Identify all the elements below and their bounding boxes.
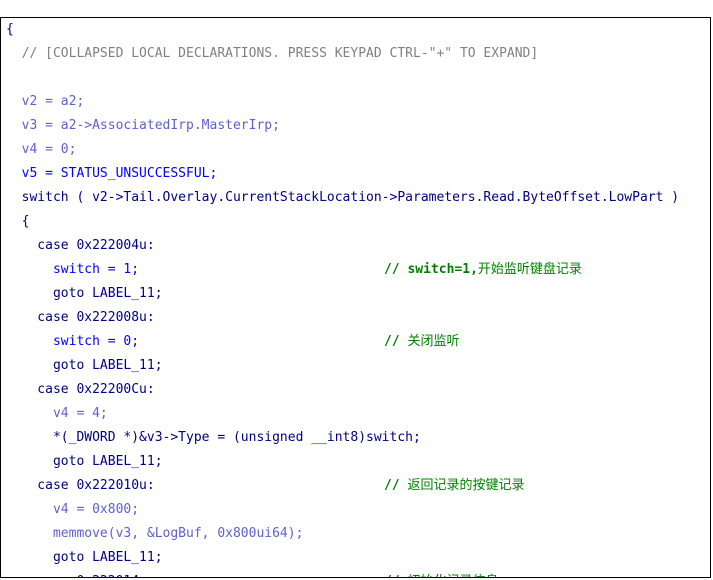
code-line[interactable]: switch ( v2->Tail.Overlay.CurrentStackLo… (1, 186, 710, 210)
function-signature: __int64 __fastcall Ctrl2capSymbol_DEVICE… (0, 0, 713, 34)
code-line[interactable]: case 0x22200Cu: (1, 378, 710, 402)
code-comment: // switch=1,开始监听键盘记录 (384, 258, 582, 282)
code-comment: // 关闭监听 (384, 330, 460, 354)
code-line-text: v4 = 0x800; (6, 502, 140, 517)
code-line-text: goto LABEL_11; (6, 550, 163, 565)
comment-ascii: // switch=1, (384, 262, 478, 277)
comment-ascii: // (384, 478, 408, 493)
code-comment: // 初始化记录信息 (384, 570, 499, 577)
code-line[interactable]: goto LABEL_11; (1, 354, 710, 378)
code-line[interactable]: switch = 0; // 关闭监听 (1, 330, 710, 354)
code-line[interactable]: switch = 1; // switch=1,开始监听键盘记录 (1, 258, 710, 282)
code-line-text: v4 = 0; (6, 142, 77, 157)
code-line[interactable]: v4 = 0x800; (1, 498, 710, 522)
code-line-text: // [COLLAPSED LOCAL DECLARATIONS. PRESS … (6, 46, 539, 61)
code-line-text: case 0x222004u: (6, 238, 155, 253)
code-line-text: *(_DWORD *)&v3->Type = (unsigned __int8)… (6, 430, 421, 445)
pseudocode-view[interactable]: __int64 __fastcall Ctrl2capSymbol_DEVICE… (0, 0, 713, 580)
code-line-text: v3 = a2->AssociatedIrp.MasterIrp; (6, 118, 280, 133)
code-line-text: { (6, 214, 30, 229)
function-body-box: { // [COLLAPSED LOCAL DECLARATIONS. PRES… (0, 17, 711, 578)
code-line-text: goto LABEL_11; (6, 454, 163, 469)
code-line[interactable]: goto LABEL_11; (1, 450, 710, 474)
code-line[interactable]: case 0x222008u: (1, 306, 710, 330)
comment-cjk: 返回记录的按键记录 (407, 478, 525, 493)
code-line-text: case 0x222010u: (6, 478, 155, 493)
code-line[interactable]: { (1, 210, 710, 234)
comment-cjk: 关闭监听 (407, 334, 460, 349)
comment-cjk: 开始监听键盘记录 (477, 262, 582, 277)
code-line[interactable]: // [COLLAPSED LOCAL DECLARATIONS. PRESS … (1, 42, 710, 66)
code-line[interactable]: memmove(v3, &LogBuf, 0x800ui64); (1, 522, 710, 546)
code-line-text: memmove(v3, &LogBuf, 0x800ui64); (6, 526, 304, 541)
code-line-text: v2 = a2; (6, 94, 85, 109)
code-line-text: case 0x222014u: (6, 574, 154, 577)
comment-ascii: // (384, 574, 407, 577)
code-line[interactable]: v2 = a2; (1, 90, 710, 114)
code-line-text: switch = 1; (6, 262, 140, 277)
code-line[interactable]: goto LABEL_11; (1, 546, 710, 570)
code-line[interactable]: v4 = 0; (1, 138, 710, 162)
code-line-text: case 0x222008u: (6, 310, 155, 325)
comment-cjk: 初始化记录信息 (407, 574, 498, 577)
code-line[interactable]: v3 = a2->AssociatedIrp.MasterIrp; (1, 114, 710, 138)
code-lines[interactable]: { // [COLLAPSED LOCAL DECLARATIONS. PRES… (1, 18, 710, 577)
code-line[interactable]: { (1, 18, 710, 42)
code-line[interactable]: *(_DWORD *)&v3->Type = (unsigned __int8)… (1, 426, 710, 450)
code-line-text: case 0x22200Cu: (6, 382, 155, 397)
comment-ascii: // (384, 334, 408, 349)
code-line[interactable]: goto LABEL_11; (1, 282, 710, 306)
code-line-text: goto LABEL_11; (6, 358, 163, 373)
code-line[interactable]: v5 = STATUS_UNSUCCESSFUL; (1, 162, 710, 186)
code-line[interactable]: v4 = 4; (1, 402, 710, 426)
code-line[interactable]: case 0x222014u: // 初始化记录信息 (1, 570, 710, 577)
code-line-text: goto LABEL_11; (6, 286, 163, 301)
code-comment: // 返回记录的按键记录 (384, 474, 525, 498)
code-line-text: v5 = STATUS_UNSUCCESSFUL; (6, 166, 218, 181)
code-line[interactable]: case 0x222004u: (1, 234, 710, 258)
code-line-text: v4 = 4; (6, 406, 108, 421)
code-line[interactable] (1, 66, 710, 90)
code-line[interactable]: case 0x222010u: // 返回记录的按键记录 (1, 474, 710, 498)
code-line-text: switch ( v2->Tail.Overlay.CurrentStackLo… (6, 190, 680, 205)
code-line-text: switch = 0; (6, 334, 140, 349)
code-line-text: { (6, 22, 14, 37)
